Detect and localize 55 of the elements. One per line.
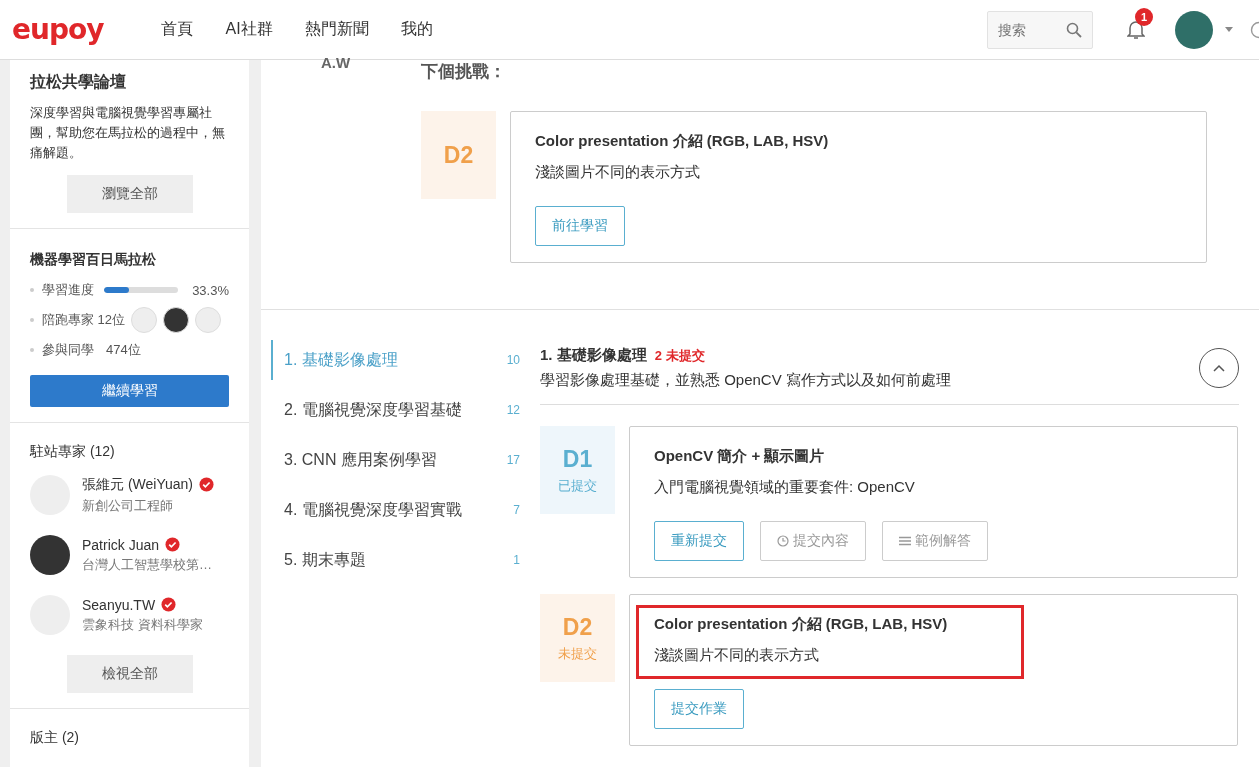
assignment-title: Color presentation 介紹 (RGB, LAB, HSV) bbox=[654, 615, 949, 634]
list-icon bbox=[899, 536, 911, 546]
expert-name[interactable]: Seanyu.TW bbox=[82, 596, 156, 613]
assignment-description: 入門電腦視覺領域的重要套件: OpenCV bbox=[654, 478, 916, 497]
chapter-item[interactable]: 3. CNN 應用案例學習 17 bbox=[271, 440, 520, 480]
search-icon[interactable] bbox=[1066, 21, 1082, 38]
chevron-up-icon bbox=[1213, 364, 1225, 372]
section-title: 1. 基礎影像處理 bbox=[540, 346, 647, 365]
bell-icon[interactable] bbox=[1127, 19, 1145, 40]
pending-count: 2 未提交 bbox=[654, 346, 705, 365]
challenge-title: Color presentation 介紹 (RGB, LAB, HSV) bbox=[535, 132, 830, 151]
expert-role: 雲象科技 資料科學家 bbox=[82, 615, 203, 634]
clock-icon bbox=[777, 535, 789, 547]
progress-label: 學習進度 bbox=[42, 281, 94, 299]
expert-role: 新創公司工程師 bbox=[82, 496, 174, 515]
assignment-description: 淺談圖片不同的表示方式 bbox=[654, 646, 820, 665]
chapter-item[interactable]: 2. 電腦視覺深度學習基礎 12 bbox=[271, 390, 520, 430]
moderators-title: 版主 (2) bbox=[30, 729, 80, 747]
expert-name[interactable]: 張維元 (WeiYuan) bbox=[82, 475, 193, 494]
search-field[interactable]: 搜索 bbox=[987, 10, 1093, 49]
caret-icon[interactable] bbox=[1225, 27, 1233, 32]
section-description: 學習影像處理基礎，並熟悉 OpenCV 寫作方式以及如何前處理 bbox=[540, 371, 951, 390]
marathon-title: 機器學習百日馬拉松 bbox=[30, 251, 157, 269]
user-avatar[interactable] bbox=[1175, 10, 1213, 49]
expert-avatar[interactable] bbox=[30, 535, 70, 575]
author-name: A.W bbox=[320, 54, 352, 73]
notification-badge: 1 bbox=[1135, 7, 1153, 26]
view-all-button[interactable]: 檢視全部 bbox=[66, 655, 193, 693]
day-badge: D2 未提交 bbox=[540, 594, 615, 682]
chapter-item[interactable]: 5. 期末專題 1 bbox=[271, 540, 520, 580]
collapse-button[interactable] bbox=[1199, 348, 1239, 388]
mentor-avatar[interactable] bbox=[163, 307, 190, 333]
clock-icon[interactable] bbox=[1250, 20, 1259, 39]
chapter-item[interactable]: 4. 電腦視覺深度學習實戰 7 bbox=[271, 490, 520, 530]
next-challenge-label: 下個挑戰： bbox=[421, 61, 507, 83]
assignment-title: OpenCV 簡介 + 顯示圖片 bbox=[654, 447, 826, 466]
logo[interactable]: eupoy bbox=[10, 9, 106, 50]
continue-learning-button[interactable]: 繼續學習 bbox=[30, 375, 229, 407]
progress-reading: 33.3% bbox=[192, 282, 229, 298]
challenge-description: 淺談圖片不同的表示方式 bbox=[535, 163, 701, 182]
forum-description: 深度學習與電腦視覺學習專屬社團，幫助您在馬拉松的過程中，無痛解題。 bbox=[30, 104, 226, 162]
nav-link[interactable]: 熱門新聞 bbox=[304, 19, 369, 40]
expert-role: 台灣人工智慧學校第… bbox=[82, 555, 212, 574]
students-label: 參與同學 bbox=[42, 341, 94, 359]
nav-link[interactable]: 首頁 bbox=[161, 19, 194, 40]
browse-all-button[interactable]: 瀏覽全部 bbox=[66, 175, 193, 213]
expert-name[interactable]: Patrick Juan bbox=[82, 536, 160, 553]
students-count: 474位 bbox=[106, 341, 141, 359]
nav-link[interactable]: 我的 bbox=[400, 19, 433, 40]
forum-title: 拉松共學論壇 bbox=[30, 72, 127, 92]
mentors-label: 陪跑專家 12位 bbox=[42, 311, 126, 329]
day-badge: D2 bbox=[421, 111, 496, 199]
day-badge: D1 已提交 bbox=[540, 426, 615, 514]
experts-title: 駐站專家 (12) bbox=[30, 443, 116, 461]
nav-link[interactable]: AI社群 bbox=[225, 19, 273, 40]
